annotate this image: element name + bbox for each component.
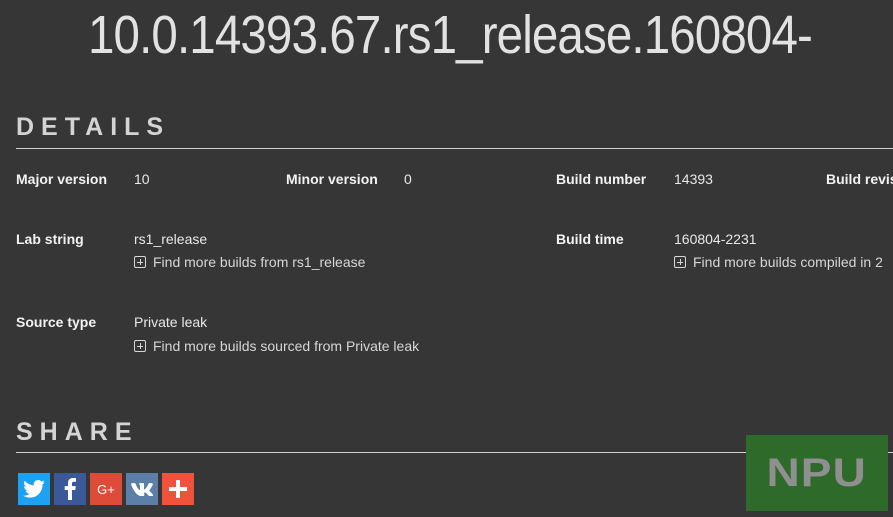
find-builds-lab-link[interactable]: Find more builds from rs1_release — [134, 254, 365, 270]
build-title: 10.0.14393.67.rs1_release.160804- — [88, 5, 813, 65]
build-revision-label: Build revis — [826, 171, 893, 187]
share-google-plus-button[interactable]: G+ — [90, 473, 122, 505]
details-heading: DETAILS — [16, 113, 171, 141]
major-version-value: 10 — [134, 171, 150, 187]
build-number-label: Build number — [556, 171, 647, 187]
share-facebook-button[interactable] — [54, 473, 86, 505]
npu-watermark: NPU — [746, 435, 888, 511]
vk-icon — [131, 482, 153, 496]
expand-plus-icon — [134, 256, 146, 268]
facebook-icon — [64, 478, 76, 500]
minor-version-label: Minor version — [286, 171, 378, 187]
lab-string-label: Lab string — [16, 231, 84, 247]
share-buttons: G+ — [18, 473, 194, 505]
build-number-value: 14393 — [674, 171, 713, 187]
find-builds-time-text: Find more builds compiled in 2 — [693, 254, 883, 270]
source-type-label: Source type — [16, 314, 97, 330]
google-plus-icon: G+ — [97, 481, 115, 497]
expand-plus-icon — [674, 256, 686, 268]
share-twitter-button[interactable] — [18, 473, 50, 505]
build-time-label: Build time — [556, 231, 624, 247]
find-builds-lab-text: Find more builds from rs1_release — [153, 254, 366, 270]
details-divider — [16, 148, 893, 149]
share-vk-button[interactable] — [126, 473, 158, 505]
twitter-icon — [23, 480, 45, 498]
watermark-text: NPU — [766, 450, 868, 495]
build-time-value: 160804-2231 — [674, 231, 757, 247]
share-more-button[interactable] — [162, 473, 194, 505]
share-heading: SHARE — [16, 418, 139, 446]
plus-icon — [169, 480, 187, 498]
source-type-value: Private leak — [134, 314, 208, 330]
find-builds-source-link[interactable]: Find more builds sourced from Private le… — [134, 338, 419, 354]
minor-version-value: 0 — [404, 171, 412, 187]
lab-string-value: rs1_release — [134, 231, 208, 247]
find-builds-time-link[interactable]: Find more builds compiled in 2 — [674, 254, 883, 270]
major-version-label: Major version — [16, 171, 108, 187]
expand-plus-icon — [134, 340, 146, 352]
find-builds-source-text: Find more builds sourced from Private le… — [153, 338, 420, 354]
